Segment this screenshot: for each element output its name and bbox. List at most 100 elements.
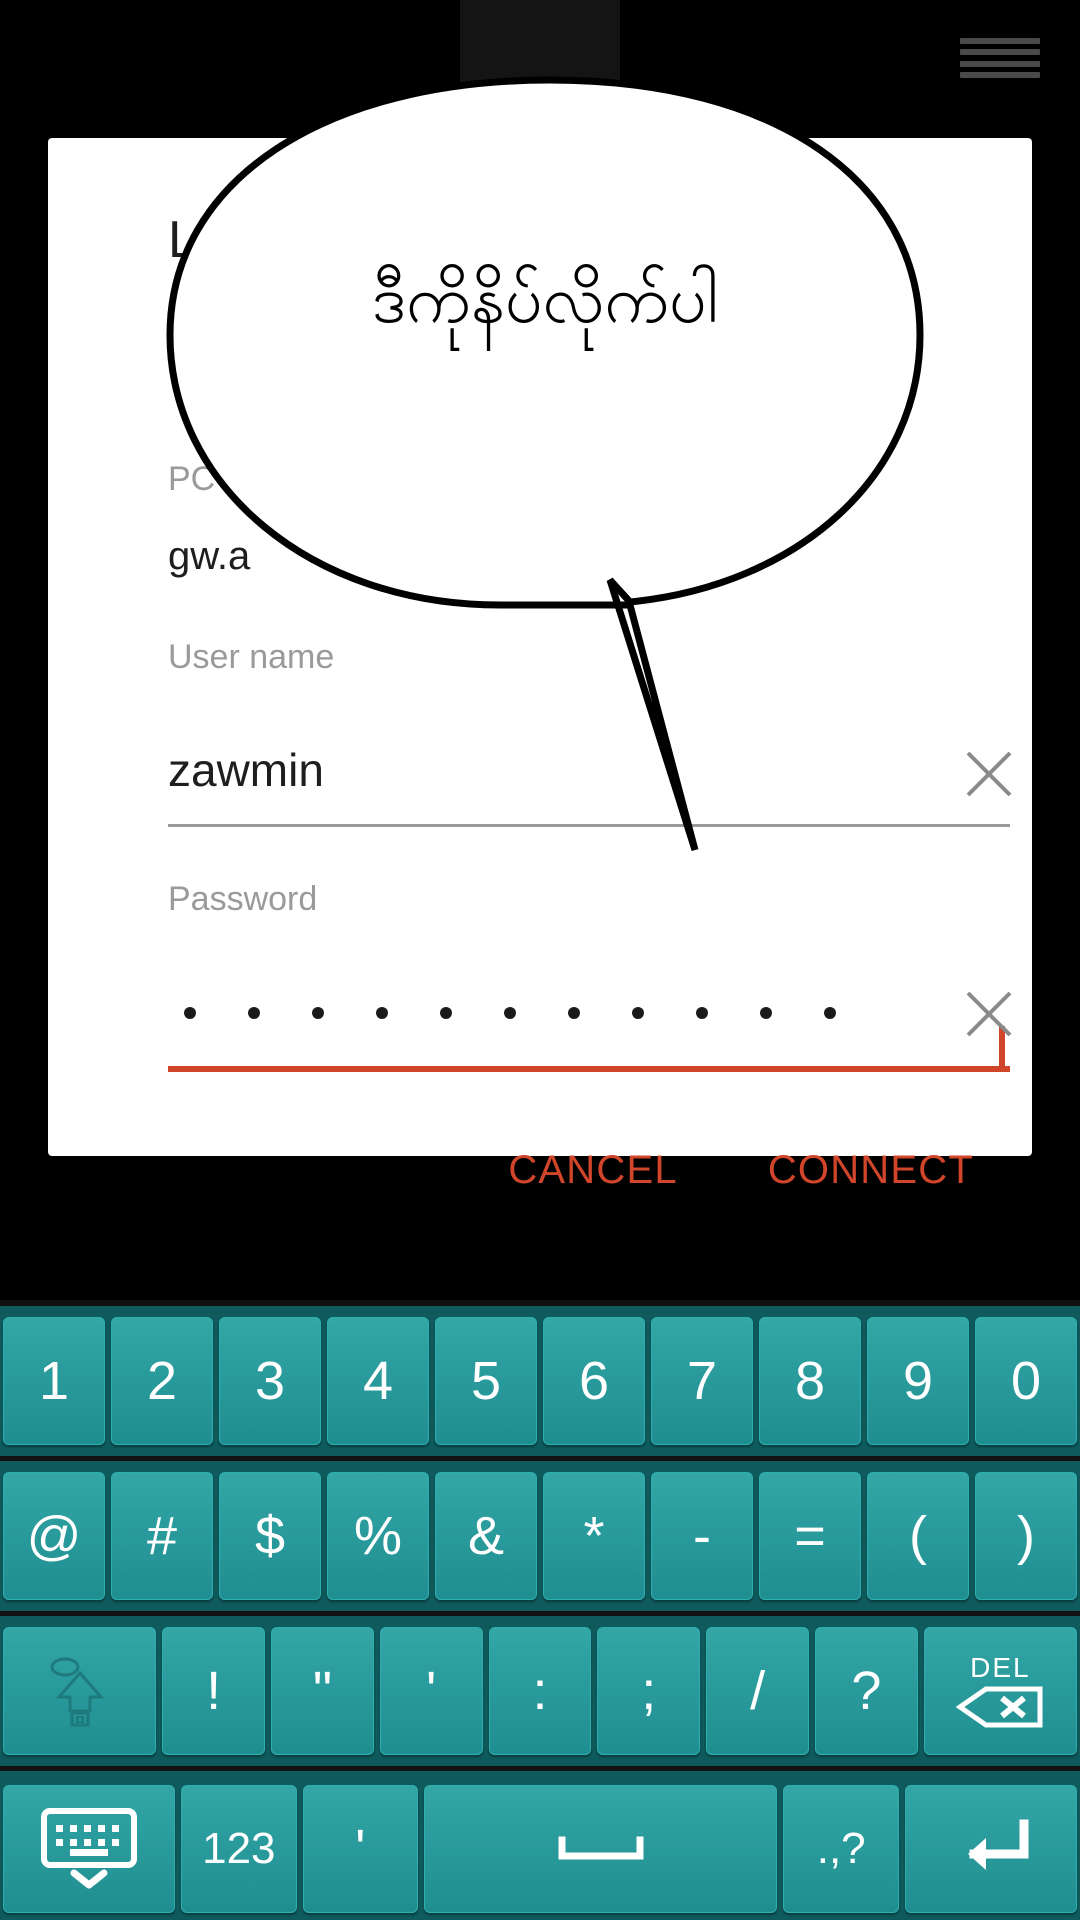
password-dot [568,1007,580,1019]
user-name-input[interactable]: zawmin [168,743,324,797]
key-at[interactable]: @ [3,1472,105,1600]
key-slash[interactable]: / [706,1627,809,1755]
key-6[interactable]: 6 [543,1317,645,1445]
key-percent[interactable]: % [327,1472,429,1600]
on-screen-keyboard[interactable]: 1 2 3 4 5 6 7 8 9 0 @ # $% & * - =()! " ':; /? DEL 123 '.,? [0,1300,1080,1920]
key-double-quote[interactable]: " [271,1627,374,1755]
password-dot [824,1007,836,1019]
key-enter[interactable] [904,1784,1077,1913]
key-label: ) [1017,1506,1035,1566]
key-label: 8 [794,1351,826,1411]
key-paren-open[interactable]: ( [867,1472,969,1600]
close-x-icon[interactable] [958,743,1020,805]
key-hash[interactable]: # [111,1472,213,1600]
key-label: 2 [146,1351,178,1411]
key-5[interactable]: 5 [435,1317,537,1445]
digits-row: 1 2 3 4 5 6 7 8 9 0 [0,1306,1080,1461]
key-punctuation[interactable]: .,? [783,1784,899,1913]
pc-name-value: gw.a [168,534,251,578]
key-semicolon[interactable]: ; [597,1627,701,1755]
key-space[interactable] [423,1784,778,1913]
key-label: ! [206,1661,222,1721]
cancel-button[interactable]: CANCEL [508,1148,677,1193]
key-label: : [532,1661,548,1721]
dialog-title: Logon [168,211,314,269]
key-colon[interactable]: : [488,1627,592,1755]
key-label: 1 [38,1351,70,1411]
key-ampersand[interactable]: & [435,1472,537,1600]
key-delete[interactable]: DEL [923,1627,1077,1755]
symbols-row-2: ! " ':; /? DEL [0,1616,1080,1771]
symbols-row-1: @ # $% & * - = () [0,1461,1080,1616]
key-label: * [583,1506,605,1566]
password-underline [168,1066,1010,1072]
key-9[interactable]: 9 [867,1317,969,1445]
key-label: 5 [470,1351,502,1411]
key-numeric-mode[interactable]: 123 [181,1784,297,1913]
key-label: 9 [902,1351,934,1411]
key-exclamation[interactable]: ! [162,1627,265,1755]
key-paren-close[interactable]: ) [975,1472,1077,1600]
key-label: 3 [254,1351,286,1411]
key-label: @ [26,1506,82,1566]
key-label: # [146,1506,178,1566]
key-apostrophe-2[interactable]: ' [302,1784,418,1913]
key-8[interactable]: 8 [759,1317,861,1445]
shift-icon [49,1655,111,1727]
key-4[interactable]: 4 [327,1317,429,1445]
password-dot [632,1007,644,1019]
key-0[interactable]: 0 [975,1317,1077,1445]
key-equals[interactable]: = [759,1472,861,1600]
key-3[interactable]: 3 [219,1317,321,1445]
drag-handle-icon[interactable] [960,38,1040,78]
key-2[interactable]: 2 [111,1317,213,1445]
space-bar-icon [556,1834,646,1864]
key-hide-keyboard[interactable] [3,1784,176,1913]
key-label: / [750,1661,766,1721]
key-1[interactable]: 1 [3,1317,105,1445]
connect-button[interactable]: CONNECT [768,1148,974,1193]
screen-root: Logon PC name gw.a User name zawmin Pass… [0,0,1080,1920]
key-label: ? [851,1661,882,1721]
key-label: - [693,1506,711,1566]
password-dot [696,1007,708,1019]
key-question[interactable]: ? [814,1627,918,1755]
dialog-actions: CANCEL CONNECT [48,1148,1032,1193]
key-label: % [353,1506,402,1566]
top-status-bar [0,0,1080,105]
enter-arrow-icon [948,1816,1034,1882]
key-dollar[interactable]: $ [219,1472,321,1600]
bottom-row: 123 '.,? [0,1771,1080,1920]
password-dot [184,1007,196,1019]
password-dot [504,1007,516,1019]
key-label: ( [909,1506,927,1566]
password-dot [376,1007,388,1019]
key-asterisk[interactable]: * [543,1472,645,1600]
user-name-label: User name [168,638,335,676]
key-label: 6 [578,1351,610,1411]
key-label: & [467,1506,505,1566]
key-apostrophe[interactable]: ' [379,1627,483,1755]
key-label: .,? [816,1823,866,1873]
keyboard-hide-icon [40,1807,138,1891]
key-label: 4 [362,1351,394,1411]
delete-icon: DEL [956,1654,1044,1728]
key-hyphen[interactable]: - [651,1472,753,1600]
password-dot [248,1007,260,1019]
close-x-icon[interactable] [958,983,1020,1045]
key-7[interactable]: 7 [651,1317,753,1445]
key-shift-symbols[interactable] [3,1627,157,1755]
key-label: ' [426,1661,437,1721]
key-label: " [312,1661,332,1721]
drag-handle-plate[interactable] [460,0,1040,105]
password-dot [760,1007,772,1019]
key-label: 0 [1010,1351,1042,1411]
pc-name-label: PC name [168,460,310,498]
key-label: = [794,1506,826,1566]
key-label: ' [355,1818,366,1879]
key-label: 7 [686,1351,718,1411]
key-label: $ [254,1506,286,1566]
user-name-underline [168,824,1010,827]
password-label: Password [168,880,318,918]
password-input[interactable] [184,998,904,1028]
